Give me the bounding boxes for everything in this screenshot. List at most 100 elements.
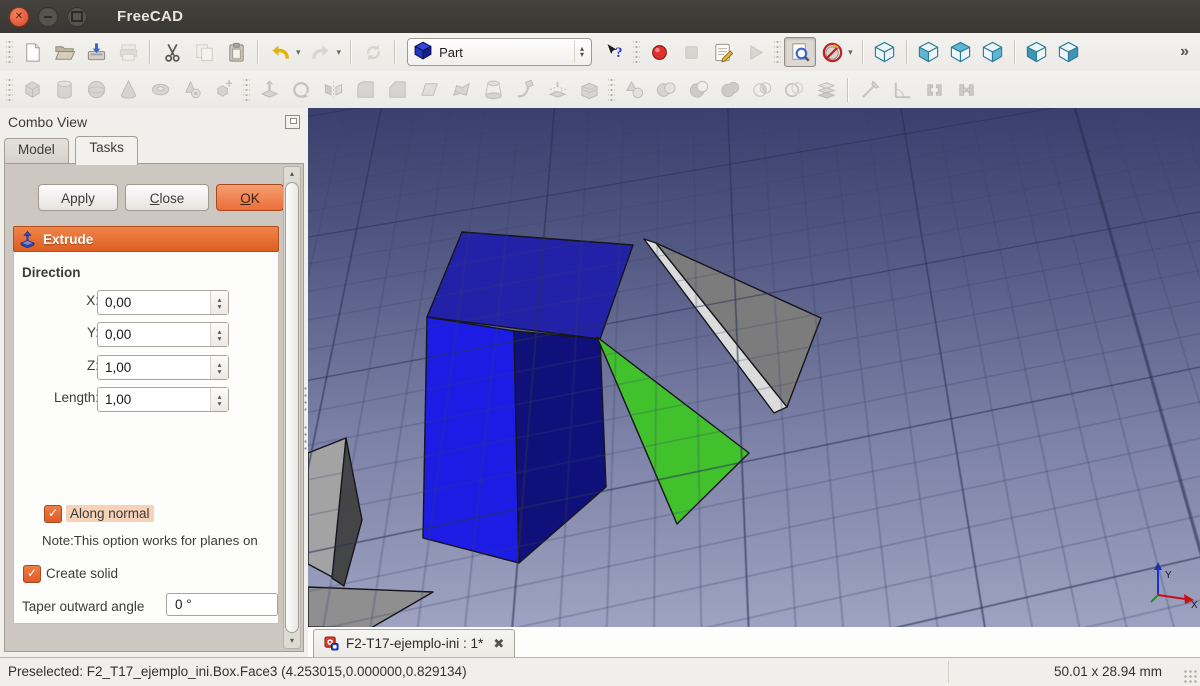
revolve-button[interactable] [285,75,317,105]
z-input[interactable] [98,356,210,379]
splitter-handle[interactable] [303,385,308,411]
green-triangle-face[interactable] [597,337,749,524]
whats-this-button[interactable]: ? [598,37,630,67]
plate-main-face[interactable] [656,243,821,407]
tab-tasks[interactable]: Tasks [75,136,138,165]
toolbar-grip[interactable] [774,41,781,63]
view-right-button[interactable] [977,37,1009,67]
splitter-handle[interactable] [303,424,308,450]
section-button[interactable] [778,75,810,105]
y-input[interactable] [98,323,210,346]
scroll-up-icon[interactable]: ▴ [284,167,300,181]
offset-button[interactable] [541,75,573,105]
fillet-button[interactable] [349,75,381,105]
macro-stop-button[interactable] [675,37,707,67]
measure-refresh-button[interactable] [918,75,950,105]
3d-viewport[interactable]: Y X [308,108,1200,627]
cube-front-face[interactable] [423,317,519,563]
macro-play-button[interactable] [739,37,771,67]
loft-button[interactable] [477,75,509,105]
print-button[interactable] [112,37,144,67]
boolean-intersection-button[interactable] [746,75,778,105]
view-rear-button[interactable] [1021,37,1053,67]
mirror-button[interactable] [317,75,349,105]
view-left-button[interactable] [1053,37,1085,67]
along-normal-checkbox[interactable]: ✓ [44,505,62,523]
sphere-button[interactable] [80,75,112,105]
tasks-scrollbar[interactable]: ▴ ▾ [283,166,301,649]
y-spin-buttons[interactable]: ▴▾ [210,323,228,346]
chamfer-button[interactable] [381,75,413,105]
x-input[interactable] [98,291,210,314]
toolbar-grip[interactable] [243,79,250,101]
toolbar-overflow-icon[interactable]: » [1180,43,1189,61]
ruled-surface-button[interactable] [445,75,477,105]
document-tab[interactable]: F2-T17-ejemplo-ini : 1* ✖ [313,629,515,657]
copy-button[interactable] [188,37,220,67]
along-normal-label[interactable]: Along normal [66,505,154,522]
window-maximize-button[interactable] [67,7,87,27]
close-button[interactable]: Close [125,184,209,211]
tab-model[interactable]: Model [4,138,69,165]
macro-record-button[interactable] [643,37,675,67]
resize-grip[interactable] [1183,669,1197,683]
redo-button[interactable] [305,37,337,67]
make-face-button[interactable] [413,75,445,105]
save-document-button[interactable] [80,37,112,67]
y-spinbox[interactable]: ▴▾ [97,322,229,347]
bottom-plate-face[interactable] [308,587,433,627]
spin-down-icon[interactable]: ▾ [218,368,222,375]
cut-button[interactable] [156,37,188,67]
cylinder-button[interactable] [48,75,80,105]
cross-sections-button[interactable] [810,75,842,105]
x-spinbox[interactable]: ▴▾ [97,290,229,315]
cube-right-face[interactable] [514,331,606,563]
spin-down-icon[interactable]: ▾ [218,335,222,342]
apply-button[interactable]: Apply [38,184,118,211]
measure-linear-button[interactable] [854,75,886,105]
window-minimize-button[interactable] [38,7,58,27]
undo-button[interactable] [264,37,296,67]
cone-button[interactable] [112,75,144,105]
view-front-button[interactable] [913,37,945,67]
toolbar-grip[interactable] [608,79,615,101]
length-spin-buttons[interactable]: ▴▾ [210,388,228,411]
measure-angular-button[interactable] [886,75,918,105]
float-panel-icon[interactable] [285,115,300,129]
extrude-button[interactable] [253,75,285,105]
scrollbar-thumb[interactable] [285,182,299,633]
torus-button[interactable] [144,75,176,105]
measure-clear-button[interactable] [950,75,982,105]
length-input[interactable] [98,388,210,411]
open-document-button[interactable] [48,37,80,67]
fit-all-button[interactable] [784,37,816,67]
create-solid-checkbox[interactable]: ✓ [23,565,41,583]
draw-style-button[interactable] [816,37,848,67]
spin-down-icon[interactable]: ▾ [218,303,222,310]
spin-down-icon[interactable]: ▾ [218,400,222,407]
ok-button[interactable]: OK [216,184,284,211]
length-spinbox[interactable]: ▴▾ [97,387,229,412]
create-primitives-button[interactable] [176,75,208,105]
paste-button[interactable] [220,37,252,67]
toolbar-grip[interactable] [6,79,13,101]
z-spinbox[interactable]: ▴▾ [97,355,229,380]
titlebar[interactable]: ✕ FreeCAD [0,0,1200,34]
thickness-button[interactable] [573,75,605,105]
dropdown-icon[interactable]: ▾ [337,47,346,58]
view-axonometric-button[interactable] [869,37,901,67]
view-top-button[interactable] [945,37,977,67]
box-button[interactable] [16,75,48,105]
toolbar-grip[interactable] [6,41,13,63]
workbench-selector[interactable]: Part▴▾ [407,38,592,66]
boolean-cut-button[interactable] [682,75,714,105]
macro-edit-button[interactable] [707,37,739,67]
scroll-down-icon[interactable]: ▾ [284,634,300,648]
dropdown-icon[interactable]: ▾ [296,47,305,58]
refresh-button[interactable] [357,37,389,67]
z-spin-buttons[interactable]: ▴▾ [210,356,228,379]
workbench-selector-arrows[interactable]: ▴▾ [574,41,589,63]
compound-button[interactable] [618,75,650,105]
taper-angle-input[interactable] [166,593,278,616]
shape-builder-button[interactable] [208,75,240,105]
